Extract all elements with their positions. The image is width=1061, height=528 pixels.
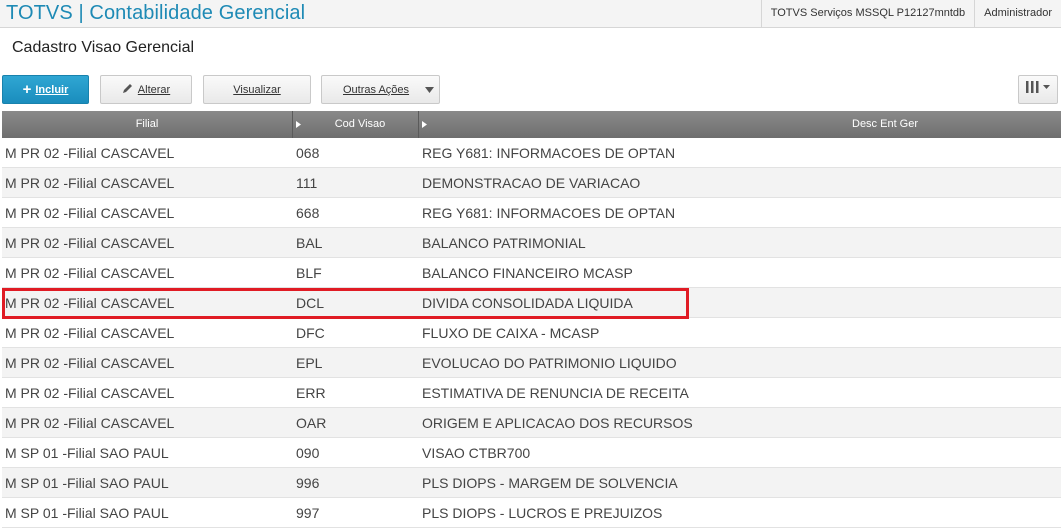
table-row[interactable]: M SP 01 -Filial SAO PAUL 996 PLS DIOPS - M… <box>2 468 1061 498</box>
app-title: TOTVS | Contabilidade Gerencial <box>6 2 306 24</box>
table-row[interactable]: M PR 02 -Filial CASCAVEL BLF BALANCO FINAN… <box>2 258 1061 288</box>
environment-label[interactable]: TOTVS Serviços MSSQL P12127mntdb <box>760 0 974 27</box>
cell-filial: M SP 01 -Filial SAO PAUL <box>5 505 169 521</box>
cell-filial: M PR 02 -Filial CASCAVEL <box>5 205 175 221</box>
cell-cod-visao: DCL <box>296 295 325 311</box>
cell-desc: PLS DIOPS - LUCROS E PREJUIZOS <box>422 505 663 521</box>
page-title: Cadastro Visao Gerencial <box>12 39 195 56</box>
cell-desc: VISAO CTBR700 <box>422 445 531 461</box>
cell-desc: FLUXO DE CAIXA - MCASP <box>422 325 600 341</box>
cell-filial: M PR 02 -Filial CASCAVEL <box>5 385 175 401</box>
cell-desc: ESTIMATIVA DE RENUNCIA DE RECEITA <box>422 385 689 401</box>
cell-desc: ORIGEM E APLICACAO DOS RECURSOS <box>422 415 693 431</box>
plus-icon: + <box>22 81 32 98</box>
cell-filial: M SP 01 -Filial SAO PAUL <box>5 445 169 461</box>
view-button-label: Visualizar <box>233 83 281 96</box>
cell-desc: REG Y681: INFORMACOES DE OPTAN <box>422 145 676 161</box>
cell-cod-visao: ERR <box>296 385 326 401</box>
cell-filial: M PR 02 -Filial CASCAVEL <box>5 175 175 191</box>
cell-desc: DIVIDA CONSOLIDADA LIQUIDA <box>422 295 633 311</box>
cell-cod-visao: EPL <box>296 355 323 371</box>
cell-desc: REG Y681: INFORMACOES DE OPTAN <box>422 205 676 221</box>
table-row[interactable]: M PR 02 -Filial CASCAVEL DCL DIVIDA CONSOL… <box>2 288 1061 318</box>
column-header-filial[interactable]: Filial <box>2 111 292 138</box>
alter-button[interactable]: Alterar <box>100 75 192 104</box>
table-row[interactable]: M PR 02 -Filial CASCAVEL EPL EVOLUCAO DO P… <box>2 348 1061 378</box>
cell-desc: BALANCO PATRIMONIAL <box>422 235 586 251</box>
cell-cod-visao: 090 <box>296 445 320 461</box>
cell-filial: M PR 02 -Filial CASCAVEL <box>5 235 175 251</box>
table-header: Filial Cod Visao Desc Ent Ger <box>2 111 1061 138</box>
cell-filial: M PR 02 -Filial CASCAVEL <box>5 355 175 371</box>
table-row[interactable]: M SP 01 -Filial SAO PAUL 997 PLS DIOPS - L… <box>2 498 1061 528</box>
table-row[interactable]: M PR 02 -Filial CASCAVEL BAL BALANCO PATRI… <box>2 228 1061 258</box>
table-row[interactable]: M PR 02 -Filial CASCAVEL ERR ESTIMATIVA DE… <box>2 378 1061 408</box>
top-bar: TOTVS | Contabilidade Gerencial TOTVS Se… <box>0 0 1061 28</box>
columns-icon <box>1024 80 1052 99</box>
other-actions-label: Outras Ações <box>343 83 410 96</box>
cell-cod-visao: 996 <box>296 475 320 491</box>
cell-cod-visao: 997 <box>296 505 320 521</box>
view-button[interactable]: Visualizar <box>203 75 311 104</box>
table-row[interactable]: M PR 02 -Filial CASCAVEL 111 DEMONSTRACAO … <box>2 168 1061 198</box>
cell-cod-visao: BLF <box>296 265 322 281</box>
cell-cod-visao: 668 <box>296 205 320 221</box>
cell-desc: DEMONSTRACAO DE VARIACAO <box>422 175 641 191</box>
cell-filial: M PR 02 -Filial CASCAVEL <box>5 295 175 311</box>
column-header-desc[interactable]: Desc Ent Ger <box>428 111 1061 138</box>
cell-cod-visao: 068 <box>296 145 320 161</box>
include-button-label: Incluir <box>35 83 69 96</box>
column-header-cod-visao[interactable]: Cod Visao <box>302 111 418 138</box>
cell-filial: M PR 02 -Filial CASCAVEL <box>5 325 175 341</box>
pencil-icon <box>122 83 133 97</box>
alter-button-label: Alterar <box>137 83 171 96</box>
include-button[interactable]: + Incluir <box>2 75 89 104</box>
column-config-button[interactable] <box>1018 75 1058 104</box>
user-label[interactable]: Administrador <box>974 0 1061 27</box>
cell-desc: PLS DIOPS - MARGEM DE SOLVENCIA <box>422 475 678 491</box>
cell-cod-visao: BAL <box>296 235 323 251</box>
table-row[interactable]: M PR 02 -Filial CASCAVEL OAR ORIGEM E APLI… <box>2 408 1061 438</box>
table-row[interactable]: M PR 02 -Filial CASCAVEL DFC FLUXO DE CAIX… <box>2 318 1061 348</box>
cell-filial: M PR 02 -Filial CASCAVEL <box>5 265 175 281</box>
table-row[interactable]: M SP 01 -Filial SAO PAUL 090 VISAO CTBR700 <box>2 438 1061 468</box>
cell-filial: M SP 01 -Filial SAO PAUL <box>5 475 169 491</box>
table-row[interactable]: M PR 02 -Filial CASCAVEL 668 REG Y681: INF… <box>2 198 1061 228</box>
table-row[interactable]: M PR 02 -Filial CASCAVEL 068 REG Y681: INF… <box>2 138 1061 168</box>
other-actions-button[interactable]: Outras Ações <box>321 75 440 104</box>
cell-desc: BALANCO FINANCEIRO MCASP <box>422 265 633 281</box>
cell-desc: EVOLUCAO DO PATRIMONIO LIQUIDO <box>422 355 677 371</box>
cell-cod-visao: DFC <box>296 325 325 341</box>
table-body: M PR 02 -Filial CASCAVEL 068 REG Y681: INF… <box>2 138 1061 528</box>
cell-cod-visao: OAR <box>296 415 327 431</box>
cell-filial: M PR 02 -Filial CASCAVEL <box>5 415 175 431</box>
chevron-down-icon <box>419 76 439 103</box>
cell-cod-visao: 111 <box>296 175 318 191</box>
cell-filial: M PR 02 -Filial CASCAVEL <box>5 145 175 161</box>
top-right-info: TOTVS Serviços MSSQL P12127mntdb Adminis… <box>760 0 1061 27</box>
